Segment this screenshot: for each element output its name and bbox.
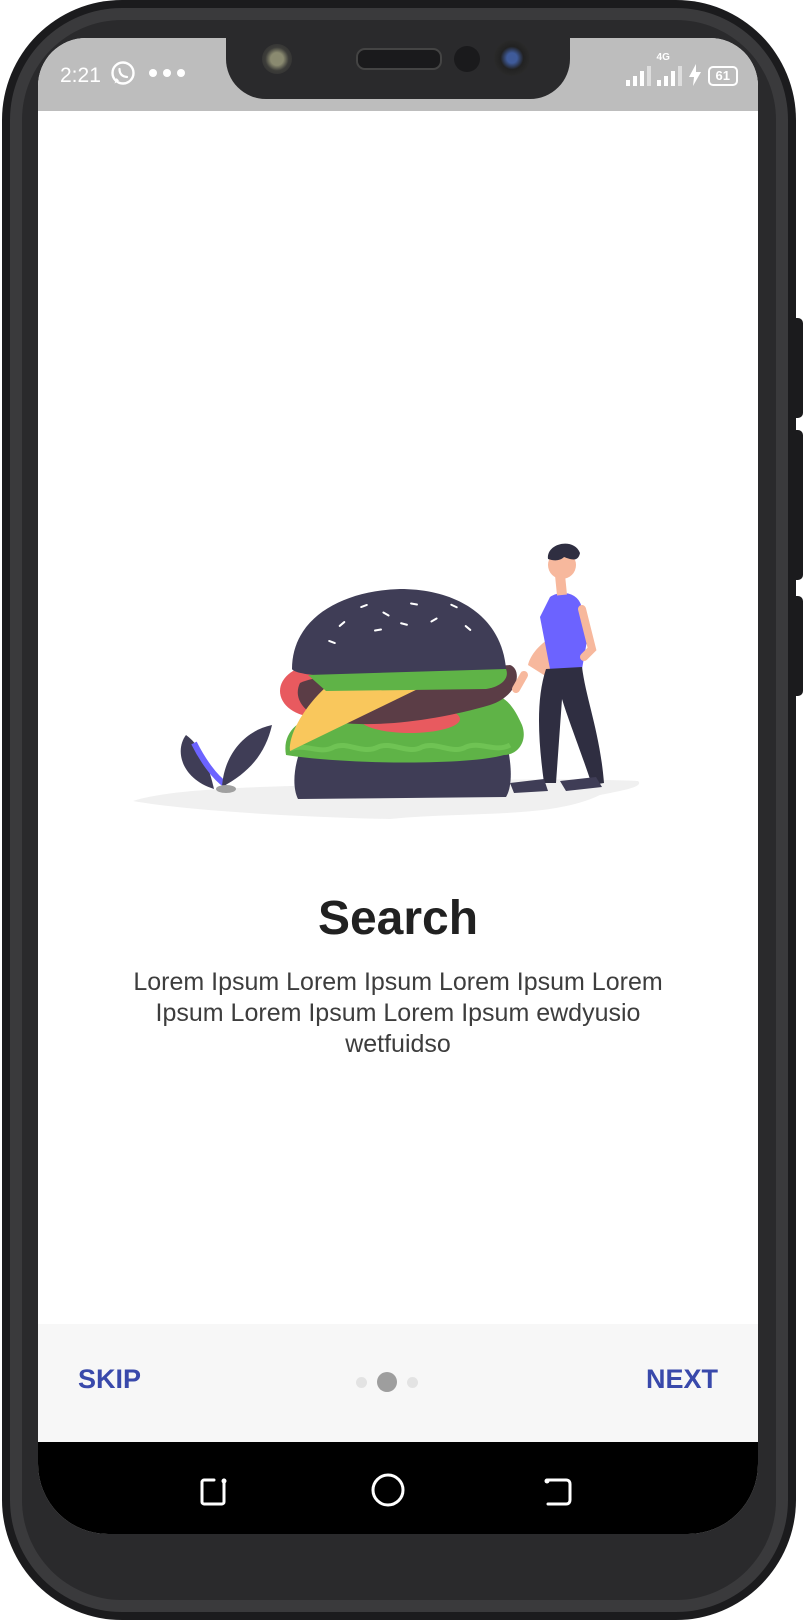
status-time: 2:21 [60,64,101,87]
volume-down-button [794,430,803,580]
page-description: Lorem Ipsum Lorem Ipsum Lorem Ipsum Lore… [133,968,663,1058]
back-icon[interactable] [538,1470,578,1510]
page-dot-1[interactable] [356,1376,367,1388]
signal-icon [625,64,651,86]
whatsapp-icon [111,61,135,85]
recents-icon[interactable] [194,1470,234,1510]
charging-icon [688,64,701,86]
signal-4g-icon: 4G [656,52,682,86]
phone-frame: 2:21 4G 61 Search Lorem Ipsum Lorem Ipsu… [0,0,803,1620]
battery-icon: 61 [707,66,738,86]
status-indicators: 4G 61 [625,52,738,86]
screen: 2:21 4G 61 Search Lorem Ipsum Lorem Ipsu… [38,38,758,1534]
display-notch [226,38,570,99]
more-dots-icon [149,69,185,77]
proximity-sensor [262,44,292,74]
skip-button[interactable]: SKIP [78,1364,141,1395]
page-dot-3[interactable] [407,1376,418,1388]
earpiece-speaker [356,48,442,70]
onboarding-page: Search Lorem Ipsum Lorem Ipsum Lorem Ips… [38,111,758,1361]
next-button[interactable]: NEXT [646,1364,718,1395]
onboarding-bottom-bar: SKIP NEXT [38,1324,758,1442]
page-indicator [356,1372,418,1392]
page-dot-2-active[interactable] [377,1372,397,1392]
front-camera [494,40,530,76]
ambient-sensor [454,46,480,72]
page-title: Search [317,892,479,945]
system-navigation-bar [38,1442,758,1534]
burger-illustration [133,543,640,819]
status-bar: 2:21 4G 61 [38,38,758,111]
power-button [794,596,803,696]
network-type: 4G [656,52,670,63]
plant-icon [180,725,272,793]
home-icon[interactable] [368,1470,408,1510]
person-figure [510,543,604,793]
volume-up-button [794,318,803,418]
